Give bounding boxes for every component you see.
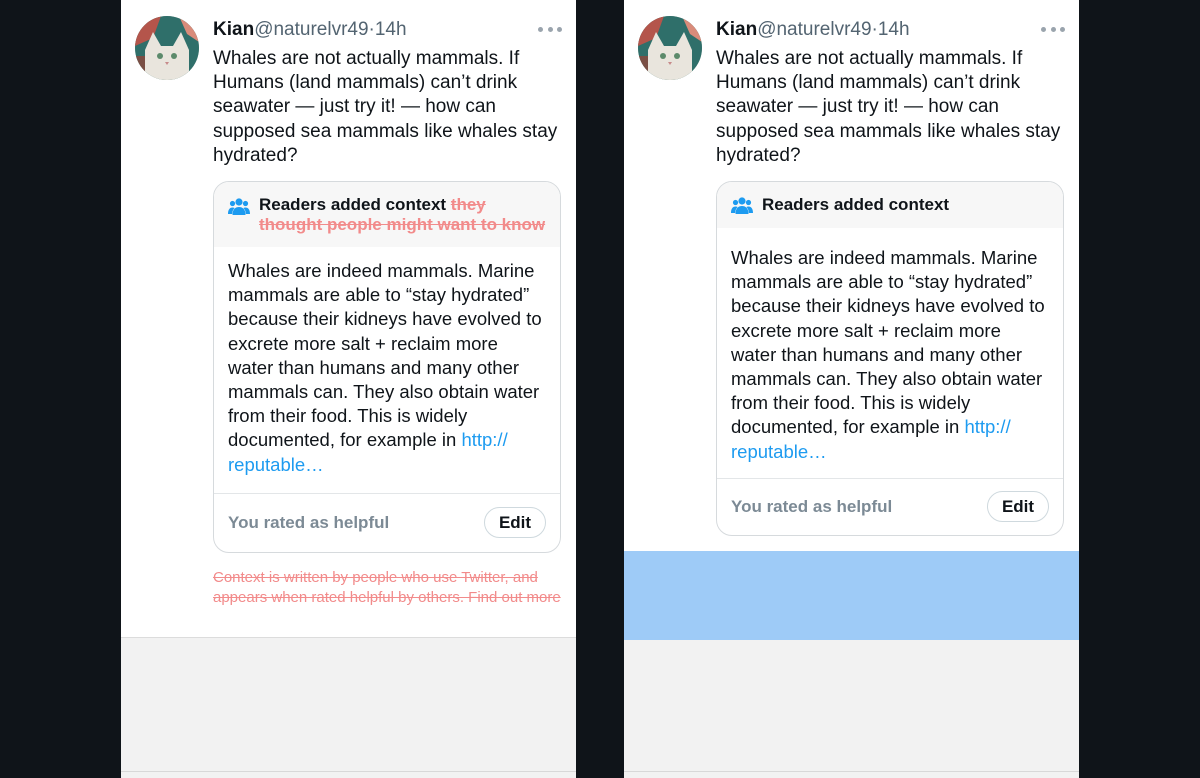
author-handle[interactable]: @naturelvr49 bbox=[757, 19, 871, 41]
avatar-cat-image bbox=[135, 16, 199, 80]
avatar[interactable] bbox=[638, 16, 702, 80]
highlight-band bbox=[624, 551, 1079, 640]
tweet-text: Whales are not actually mammals. If Huma… bbox=[213, 48, 558, 166]
note-title-text: Readers added context bbox=[259, 195, 447, 214]
community-note: Readers added context Whales are indeed … bbox=[716, 181, 1064, 536]
note-disclaimer-struck: Context is written by people who use Twi… bbox=[213, 569, 561, 606]
divider bbox=[624, 771, 1079, 772]
after-panel: Kian @naturelvr49 · 14h Whales are not a… bbox=[624, 0, 1079, 778]
avatar[interactable] bbox=[135, 16, 199, 80]
note-header: Readers added context bbox=[717, 182, 1063, 228]
author-name[interactable]: Kian bbox=[213, 19, 254, 41]
note-body-text: Whales are indeed mammals. Marine mammal… bbox=[731, 247, 1045, 438]
note-footer: You rated as helpful Edit bbox=[214, 494, 560, 552]
divider bbox=[121, 771, 576, 772]
more-icon[interactable] bbox=[1041, 22, 1065, 36]
tweet-time[interactable]: 14h bbox=[878, 19, 910, 41]
note-footer: You rated as helpful Edit bbox=[717, 479, 1063, 535]
edit-button[interactable]: Edit bbox=[987, 491, 1049, 523]
before-panel: Kian @naturelvr49 · 14h Whales are not a… bbox=[121, 0, 576, 778]
note-body-text: Whales are indeed mammals. Marine mammal… bbox=[228, 260, 542, 451]
tweet-time[interactable]: 14h bbox=[375, 19, 407, 41]
rated-helpful-label: You rated as helpful bbox=[228, 512, 390, 532]
avatar-cat-image bbox=[638, 16, 702, 80]
tweet-text: Whales are not actually mammals. If Huma… bbox=[716, 48, 1061, 166]
community-note: Readers added context they thought peopl… bbox=[213, 181, 561, 553]
author-name[interactable]: Kian bbox=[716, 19, 757, 41]
edit-button[interactable]: Edit bbox=[484, 507, 546, 539]
tweet-card[interactable]: Kian @naturelvr49 · 14h Whales are not a… bbox=[624, 0, 1079, 551]
note-body: Whales are indeed mammals. Marine mammal… bbox=[717, 228, 1063, 479]
tweet-card[interactable]: Kian @naturelvr49 · 14h Whales are not a… bbox=[121, 0, 576, 638]
note-title: Readers added context bbox=[762, 195, 950, 214]
note-header: Readers added context they thought peopl… bbox=[214, 182, 560, 247]
tweet-header: Kian @naturelvr49 · 14h bbox=[716, 19, 910, 43]
people-icon bbox=[228, 198, 250, 215]
note-body: Whales are indeed mammals. Marine mammal… bbox=[214, 247, 560, 494]
more-icon[interactable] bbox=[538, 22, 562, 36]
tweet-header: Kian @naturelvr49 · 14h bbox=[213, 19, 407, 43]
note-title: Readers added context they thought peopl… bbox=[259, 195, 546, 235]
people-icon bbox=[731, 197, 753, 214]
author-handle[interactable]: @naturelvr49 bbox=[254, 19, 368, 41]
rated-helpful-label: You rated as helpful bbox=[731, 496, 893, 516]
